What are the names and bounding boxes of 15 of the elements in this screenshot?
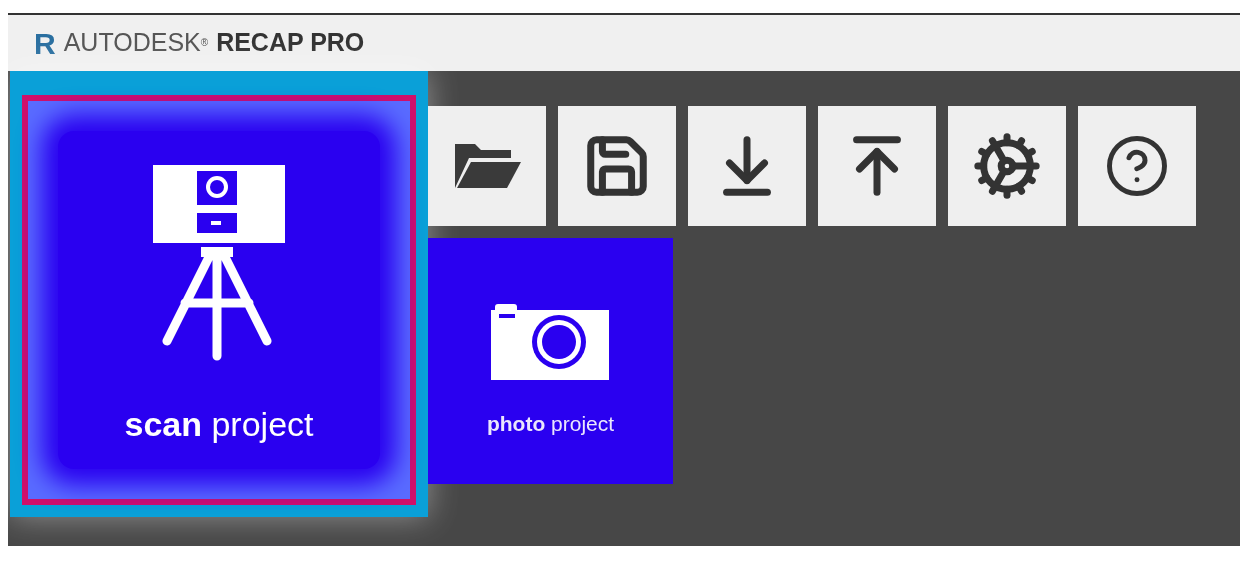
toolbar-button[interactable]	[428, 106, 546, 226]
project-tile[interactable]: scan project	[22, 95, 416, 505]
toolbar-button[interactable]	[688, 106, 806, 226]
tile-label: scan project	[124, 405, 314, 443]
toolbar-button[interactable]	[818, 106, 936, 226]
settings-icon	[972, 131, 1042, 201]
product-name: RECAP PRO	[216, 27, 365, 59]
app-logo: R	[34, 25, 56, 62]
brand-name: AUTODESK$^{®}$	[63, 27, 209, 59]
toolbar-button[interactable]	[558, 106, 676, 226]
help-icon	[1104, 133, 1170, 199]
project-tile[interactable]: photo project	[428, 238, 673, 484]
toolbar-button[interactable]	[948, 106, 1066, 226]
tile-label: photo project	[486, 412, 615, 435]
toolbar-button[interactable]	[1078, 106, 1196, 226]
